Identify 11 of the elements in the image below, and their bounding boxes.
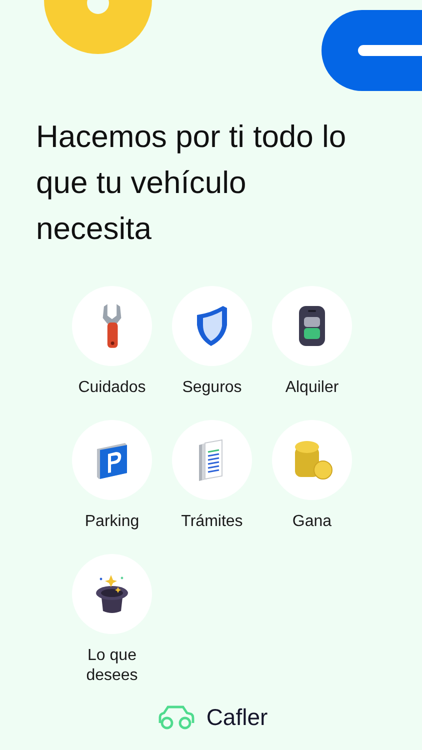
- brand-name: Cafler: [206, 703, 268, 732]
- car-logo-icon: [156, 703, 196, 732]
- service-tile[interactable]: Trámites: [162, 420, 262, 532]
- service-tile[interactable]: Cuidados: [62, 286, 162, 398]
- service-tile[interactable]: Seguros: [162, 286, 262, 398]
- service-tile[interactable]: Parking: [62, 420, 162, 532]
- wrench-icon: [101, 303, 123, 349]
- service-tile[interactable]: Lo que desees: [62, 554, 162, 686]
- headline: Hacemos por ti todo lo que tu vehículo necesita: [35, 118, 348, 248]
- service-tile[interactable]: Alquiler: [262, 286, 362, 398]
- service-tile[interactable]: Gana: [262, 420, 362, 532]
